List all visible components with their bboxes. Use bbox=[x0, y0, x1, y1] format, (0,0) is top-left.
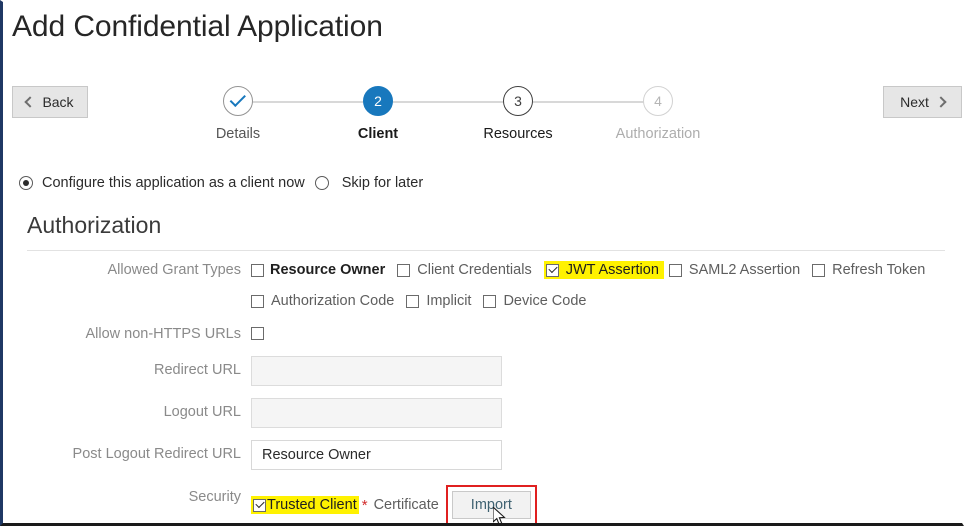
row-redirect-url: Redirect URL bbox=[3, 356, 962, 398]
checkbox-group-implicit[interactable]: Implicit bbox=[406, 293, 483, 309]
required-marker: * bbox=[361, 496, 368, 514]
step-authorization-label: Authorization bbox=[615, 126, 701, 142]
step-resources-bubble: 3 bbox=[503, 86, 533, 116]
wizard-stepper: Details 2 Client 3 Resources 4 Authoriza… bbox=[153, 86, 813, 156]
post-logout-redirect-url-label: Post Logout Redirect URL bbox=[72, 446, 241, 462]
redirect-url-input[interactable] bbox=[251, 356, 502, 386]
back-button[interactable]: Back bbox=[12, 86, 88, 118]
checkbox-group-device-code[interactable]: Device Code bbox=[483, 293, 598, 309]
radio-configure-now-label: Configure this application as a client n… bbox=[42, 175, 305, 191]
step-resources-label: Resources bbox=[483, 126, 553, 142]
checkbox-resource-owner[interactable] bbox=[251, 263, 264, 277]
checkbox-group-jwt-assertion[interactable]: JWT Assertion bbox=[543, 261, 664, 279]
checkbox-saml2-assertion-label: SAML2 Assertion bbox=[688, 262, 801, 278]
client-mode-radio-group: Configure this application as a client n… bbox=[19, 175, 423, 191]
checkbox-group-resource-owner[interactable]: Resource Owner bbox=[251, 262, 397, 278]
client-authorization-form: Allowed Grant Types Resource Owner Clien… bbox=[3, 260, 962, 523]
checkbox-jwt-assertion[interactable] bbox=[545, 263, 559, 277]
allow-non-https-urls-label: Allow non-HTTPS URLs bbox=[85, 326, 241, 342]
section-divider bbox=[27, 250, 945, 251]
radio-configure-now[interactable] bbox=[19, 176, 33, 190]
checkbox-client-credentials[interactable] bbox=[397, 263, 411, 277]
step-connector-2-3 bbox=[388, 101, 518, 103]
step-client-label: Client bbox=[357, 126, 399, 142]
checkbox-authorization-code-label: Authorization Code bbox=[271, 293, 395, 309]
checkbox-device-code[interactable] bbox=[483, 294, 497, 308]
checkbox-device-code-label: Device Code bbox=[503, 293, 587, 309]
row-security: Security Trusted Client * Certificate Im… bbox=[3, 482, 962, 523]
checkbox-trusted-client[interactable] bbox=[253, 498, 266, 512]
checkbox-group-authorization-code[interactable]: Authorization Code bbox=[251, 293, 406, 309]
allowed-grant-types-label: Allowed Grant Types bbox=[107, 262, 241, 278]
security-label: Security bbox=[188, 489, 241, 505]
checkbox-trusted-client-label: Trusted Client bbox=[267, 497, 357, 513]
checkbox-client-credentials-label: Client Credentials bbox=[417, 262, 532, 278]
section-title: Authorization bbox=[27, 212, 162, 238]
row-logout-url: Logout URL bbox=[3, 398, 962, 440]
logout-url-input[interactable] bbox=[251, 398, 502, 428]
step-connector-3-4 bbox=[528, 101, 658, 103]
checkbox-jwt-assertion-label: JWT Assertion bbox=[565, 262, 659, 278]
row-post-logout-redirect-url: Post Logout Redirect URL bbox=[3, 440, 962, 482]
step-details-bubble bbox=[223, 86, 253, 116]
next-button[interactable]: Next bbox=[883, 86, 962, 118]
checkbox-group-saml2-assertion[interactable]: SAML2 Assertion bbox=[668, 262, 812, 278]
step-connector-1-2 bbox=[248, 101, 378, 103]
step-details[interactable]: Details bbox=[163, 86, 313, 142]
row-allowed-grant-types-2: Authorization Code Implicit Device Code bbox=[3, 292, 962, 324]
radio-skip-for-later-label: Skip for later bbox=[341, 175, 424, 191]
checkbox-group-trusted-client[interactable]: Trusted Client bbox=[251, 496, 359, 514]
step-details-label: Details bbox=[215, 126, 261, 142]
row-allowed-grant-types: Allowed Grant Types Resource Owner Clien… bbox=[3, 260, 962, 292]
checkbox-group-client-credentials[interactable]: Client Credentials bbox=[397, 262, 543, 278]
radio-skip-for-later[interactable] bbox=[314, 176, 329, 190]
redirect-url-label: Redirect URL bbox=[153, 362, 241, 378]
checkbox-authorization-code[interactable] bbox=[251, 294, 264, 308]
page-title: Add Confidential Application bbox=[12, 10, 383, 43]
checkbox-resource-owner-label: Resource Owner bbox=[270, 262, 386, 278]
checkbox-saml2-assertion[interactable] bbox=[668, 263, 682, 277]
step-client[interactable]: 2 Client bbox=[303, 86, 453, 142]
step-authorization-bubble: 4 bbox=[643, 86, 673, 116]
step-resources[interactable]: 3 Resources bbox=[443, 86, 593, 142]
checkbox-implicit-label: Implicit bbox=[426, 293, 472, 309]
application-wizard-page: Add Confidential Application Back Next D… bbox=[0, 0, 964, 526]
logout-url-label: Logout URL bbox=[163, 404, 241, 420]
next-button-label: Next bbox=[900, 94, 929, 110]
row-allow-non-https-urls: Allow non-HTTPS URLs bbox=[3, 324, 962, 356]
chevron-left-icon bbox=[24, 96, 37, 108]
check-icon bbox=[229, 90, 246, 108]
checkbox-allow-non-https-urls[interactable] bbox=[251, 327, 264, 340]
import-button[interactable]: Import bbox=[451, 491, 531, 519]
step-client-bubble: 2 bbox=[363, 86, 393, 116]
checkbox-refresh-token-label: Refresh Token bbox=[832, 262, 926, 278]
certificate-label: Certificate bbox=[373, 497, 439, 513]
checkbox-group-refresh-token[interactable]: Refresh Token bbox=[812, 262, 937, 278]
post-logout-redirect-url-input[interactable] bbox=[251, 440, 502, 470]
step-authorization: 4 Authorization bbox=[583, 86, 733, 142]
checkbox-refresh-token[interactable] bbox=[812, 263, 826, 277]
checkbox-implicit[interactable] bbox=[406, 294, 420, 308]
back-button-label: Back bbox=[42, 94, 74, 110]
import-button-annotation: Import bbox=[445, 485, 537, 523]
chevron-right-icon bbox=[935, 96, 947, 108]
